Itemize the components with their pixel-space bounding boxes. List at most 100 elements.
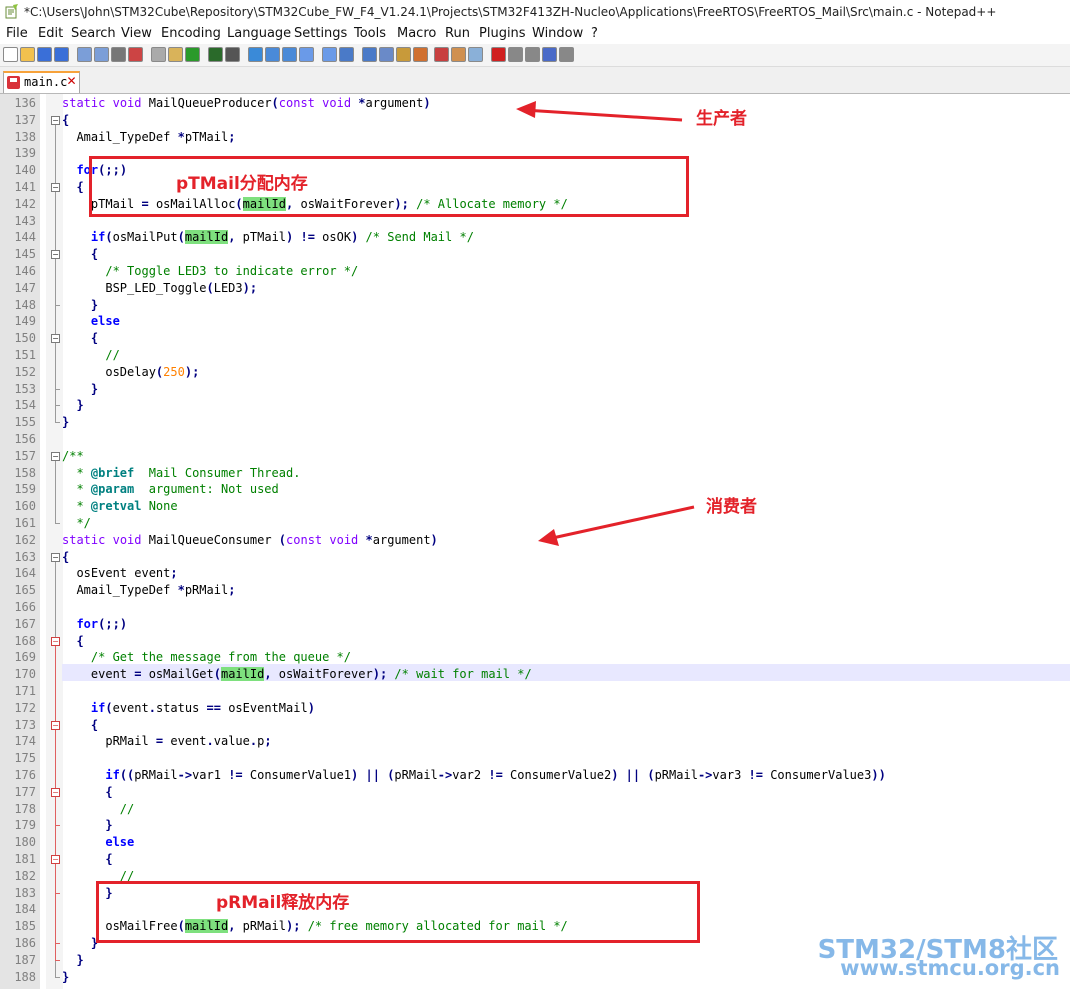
fold-toggle-icon[interactable]: − [51, 636, 60, 646]
code-line[interactable]: osEvent event; [62, 565, 177, 582]
fold-toggle-icon[interactable]: − [51, 115, 60, 125]
save-icon[interactable] [37, 47, 52, 62]
menu-help[interactable]: ? [591, 26, 598, 41]
print-icon[interactable] [111, 47, 126, 62]
code-line[interactable]: * @retval None [62, 498, 177, 515]
code-line[interactable]: { [62, 246, 98, 263]
function-list-icon[interactable] [434, 47, 449, 62]
code-line[interactable]: { [62, 851, 112, 868]
copy-icon[interactable] [151, 47, 166, 62]
code-line[interactable]: BSP_LED_Toggle(LED3); [62, 280, 257, 297]
doc-map-icon[interactable] [413, 47, 428, 62]
code-line[interactable]: event = osMailGet(mailId, osWaitForever)… [62, 666, 532, 683]
code-line[interactable]: Amail_TypeDef *pRMail; [62, 582, 235, 599]
code-line[interactable]: Amail_TypeDef *pTMail; [62, 129, 235, 146]
code-line[interactable]: } [62, 297, 98, 314]
code-line[interactable]: static void MailQueueConsumer (const voi… [62, 532, 438, 549]
close-icon[interactable] [77, 47, 92, 62]
play-macro-icon[interactable] [525, 47, 540, 62]
tab-close-icon[interactable]: ✕ [65, 74, 78, 88]
record-macro-icon[interactable] [491, 47, 506, 62]
menu-run[interactable]: Run [445, 26, 470, 41]
replace-icon[interactable] [248, 47, 263, 62]
fold-toggle-icon[interactable]: − [51, 334, 60, 344]
menu-settings[interactable]: Settings [294, 26, 347, 41]
fold-toggle-icon[interactable]: − [51, 451, 60, 461]
code-line[interactable]: } [62, 381, 98, 398]
user-lang-icon[interactable] [396, 47, 411, 62]
code-line[interactable]: } [62, 397, 83, 414]
code-line[interactable]: if((pRMail->var1 != ConsumerValue1) || (… [62, 767, 885, 784]
code-line[interactable]: * @param argument: Not used [62, 481, 278, 498]
code-line[interactable]: // [62, 801, 134, 818]
cut-icon[interactable] [128, 47, 143, 62]
code-line[interactable]: { [62, 784, 112, 801]
fold-toggle-icon[interactable]: − [51, 183, 60, 192]
line-number: 150 [14, 331, 36, 346]
tab-main-c[interactable]: main.c ✕ [3, 71, 80, 93]
word-wrap-icon[interactable] [339, 47, 354, 62]
code-line[interactable]: } [62, 952, 83, 969]
code-line[interactable]: { [62, 633, 83, 650]
fold-toggle-icon[interactable]: − [51, 552, 60, 562]
fold-toggle-icon[interactable]: − [51, 855, 60, 864]
find-icon[interactable] [225, 47, 240, 62]
folder-workspace-icon[interactable] [451, 47, 466, 62]
zoom-in-icon[interactable] [265, 47, 280, 62]
code-line[interactable]: if(event.status == osEventMail) [62, 700, 315, 717]
menu-edit[interactable]: Edit [38, 26, 63, 41]
code-line[interactable]: * @brief Mail Consumer Thread. [62, 465, 300, 482]
code-line[interactable]: { [62, 179, 83, 196]
code-line[interactable]: { [62, 549, 69, 566]
menu-language[interactable]: Language [227, 26, 291, 41]
open-file-icon[interactable] [20, 47, 35, 62]
code-line[interactable]: } [62, 817, 112, 834]
menu-macro[interactable]: Macro [397, 26, 436, 41]
zoom-out-icon[interactable] [282, 47, 297, 62]
sync-v-icon[interactable] [299, 47, 314, 62]
code-line[interactable]: */ [62, 515, 90, 532]
code-line[interactable]: static void MailQueueProducer(const void… [62, 95, 431, 112]
indent-guide-icon[interactable] [379, 47, 394, 62]
code-line[interactable]: if(osMailPut(mailId, pTMail) != osOK) /*… [62, 229, 474, 246]
monitor-icon[interactable] [468, 47, 483, 62]
menu-window[interactable]: Window [532, 26, 583, 41]
code-line[interactable]: for(;;) [62, 616, 127, 633]
menu-plugins[interactable]: Plugins [479, 26, 526, 41]
code-line[interactable]: { [62, 112, 69, 129]
code-line[interactable]: } [62, 935, 98, 952]
menu-file[interactable]: File [6, 26, 28, 41]
fold-toggle-icon[interactable]: − [51, 250, 60, 260]
fold-toggle-icon[interactable]: − [51, 787, 60, 797]
save-all-icon[interactable] [54, 47, 69, 62]
code-line[interactable]: else [62, 313, 120, 330]
code-line[interactable]: // [62, 347, 119, 364]
code-line[interactable]: else [62, 834, 134, 851]
code-line[interactable]: { [62, 717, 98, 734]
save-macro-icon[interactable] [559, 47, 574, 62]
fold-toggle-icon[interactable]: − [51, 720, 60, 730]
code-line[interactable]: osDelay(250); [62, 364, 199, 381]
close-all-icon[interactable] [94, 47, 109, 62]
code-line[interactable]: /** [62, 448, 84, 465]
new-file-icon[interactable] [3, 47, 18, 62]
code-line[interactable]: /* Get the message from the queue */ [62, 649, 351, 666]
code-line[interactable]: } [62, 414, 69, 431]
stop-record-icon[interactable] [508, 47, 523, 62]
all-chars-icon[interactable] [362, 47, 377, 62]
menu-tools[interactable]: Tools [354, 26, 386, 41]
code-line[interactable]: { [62, 330, 98, 347]
redo-icon[interactable] [208, 47, 223, 62]
code-editor[interactable]: 136 137 138 139 140 141 142 143 144 145 146 147 148 1… [0, 94, 1070, 989]
run-macro-multiple-icon[interactable] [542, 47, 557, 62]
menu-view[interactable]: View [121, 26, 152, 41]
paste-icon[interactable] [168, 47, 183, 62]
menu-encoding[interactable]: Encoding [161, 26, 221, 41]
line-number: 156 [14, 432, 36, 446]
undo-icon[interactable] [185, 47, 200, 62]
code-line[interactable]: pRMail = event.value.p; [62, 733, 271, 750]
code-line[interactable]: } [62, 969, 69, 986]
sync-h-icon[interactable] [322, 47, 337, 62]
code-line[interactable]: /* Toggle LED3 to indicate error */ [62, 263, 358, 280]
menu-search[interactable]: Search [71, 26, 116, 41]
